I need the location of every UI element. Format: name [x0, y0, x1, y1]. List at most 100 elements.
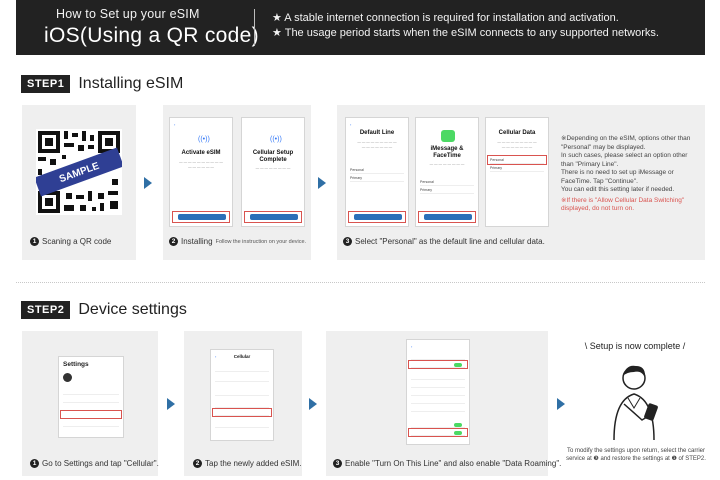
step-number: 1	[30, 237, 39, 246]
phone-cellular: ‹ Cellular	[210, 349, 274, 441]
default-line-title: Default Line	[359, 130, 395, 136]
phone-settings: Settings	[58, 356, 124, 438]
arrow-right-icon	[318, 177, 326, 189]
activate-esim-title: Activate eSIM	[181, 150, 221, 156]
note-line: There is no need to set up iMessage or F…	[561, 169, 674, 185]
caption-text: Enable "Turn On This Line" and also enab…	[345, 459, 562, 468]
option-primary[interactable]: Primary	[350, 176, 404, 182]
option-primary[interactable]: Primary	[490, 166, 544, 172]
step1-caption-1: 1 Scaning a QR code	[30, 237, 111, 246]
setup-complete-heading: \ Setup is now complete /	[584, 341, 686, 351]
highlight-box	[408, 360, 468, 369]
caption-small: Follow the instruction on your device.	[215, 238, 307, 245]
highlight-box	[348, 211, 406, 223]
placeholder-text: — — — — — — — —	[429, 162, 465, 166]
arrow-right-icon	[167, 398, 175, 410]
note-line: ※Depending on the eSIM, options other th…	[561, 135, 691, 151]
cellular-row[interactable]	[215, 422, 269, 428]
phone-cellular-data: Cellular Data — — — — — — — — — — — — — —…	[485, 117, 549, 227]
settings-row[interactable]	[63, 397, 119, 403]
header-notes: ★ A stable internet connection is requir…	[272, 11, 659, 41]
header-note-2: ★ The usage period starts when the eSIM …	[272, 27, 659, 39]
line-row[interactable]	[411, 398, 465, 404]
step-number: 2	[193, 459, 202, 468]
line-row[interactable]	[411, 382, 465, 388]
step1-heading: STEP1 Installing eSIM	[21, 75, 183, 93]
caption-text: Tap the newly added eSIM.	[205, 459, 302, 468]
caption-text: Select "Personal" as the default line an…	[355, 237, 545, 246]
step2-heading: STEP2 Device settings	[21, 301, 187, 319]
setup-complete-title: Cellular Setup Complete	[252, 150, 294, 163]
step1-badge: STEP1	[21, 75, 71, 93]
step2-panel-cellular: ‹ Cellular	[184, 331, 302, 476]
highlight-box	[212, 408, 272, 417]
step2-panel-settings: Settings	[22, 331, 158, 476]
back-link: ‹	[174, 122, 176, 127]
caption-text: Go to Settings and tap "Cellular".	[42, 459, 159, 468]
message-icon	[441, 130, 455, 142]
header-subtitle: How to Set up your eSIM	[56, 7, 200, 21]
settings-title: Settings	[63, 361, 89, 368]
header-banner: How to Set up your eSIM iOS(Using a QR c…	[16, 0, 705, 55]
cellular-title: Cellular	[233, 354, 251, 359]
highlight-box	[172, 211, 230, 223]
arrow-right-icon	[557, 398, 565, 410]
header-title: iOS(Using a QR code)	[44, 24, 259, 47]
step-number: 3	[333, 459, 342, 468]
highlight-box	[408, 428, 468, 437]
signal-icon: ((•))	[198, 136, 210, 143]
imessage-title: iMessage & FaceTime	[430, 146, 464, 159]
line-row[interactable]	[411, 374, 465, 380]
arrow-right-icon	[144, 177, 152, 189]
step1-title: Installing eSIM	[78, 75, 184, 92]
highlight-box	[60, 410, 122, 419]
arrow-right-icon	[309, 398, 317, 410]
step2-title: Device settings	[78, 301, 187, 318]
note-warning: ※If there is "Allow Cellular Data Switch…	[561, 196, 685, 213]
caption-text: Scaning a QR code	[42, 237, 112, 246]
step2-caption-3: 3 Enable "Turn On This Line" and also en…	[333, 459, 561, 468]
person-with-phone-icon	[613, 365, 658, 440]
option-personal[interactable]: Personal	[350, 168, 404, 174]
back-link: ‹	[411, 344, 413, 349]
signal-icon: ((•))	[270, 136, 282, 143]
cellular-data-title: Cellular Data	[498, 130, 536, 136]
placeholder-text: — — — — — — — — — — — — — — — —	[179, 160, 223, 169]
step2-panel-line-settings: ‹	[326, 331, 548, 476]
note-line: You can edit this setting later if neede…	[561, 186, 675, 193]
placeholder-text: — — — — — — — — — — — — — — — —	[357, 140, 397, 149]
cellular-row[interactable]	[215, 376, 269, 382]
step2-caption-1: 1 Go to Settings and tap "Cellular".	[30, 459, 159, 468]
highlight-box	[418, 211, 476, 223]
option-personal[interactable]: Personal	[420, 180, 474, 186]
header-divider	[254, 9, 255, 46]
toggle-switch[interactable]	[454, 423, 462, 427]
step-number: 1	[30, 459, 39, 468]
placeholder-text: — — — — — — — — — — — — — — — —	[497, 140, 537, 149]
header-note-1: ★ A stable internet connection is requir…	[272, 12, 619, 24]
highlight-box	[244, 211, 302, 223]
step-number: 2	[169, 237, 178, 246]
step1-caption-2: 2 Installing Follow the instruction on y…	[169, 237, 306, 246]
option-primary[interactable]: Primary	[420, 188, 474, 194]
line-row[interactable]	[411, 406, 465, 412]
cellular-row[interactable]	[215, 390, 269, 396]
step1-caption-3: 3 Select "Personal" as the default line …	[343, 237, 545, 246]
setup-complete-note: To modify the settings upon return, sele…	[566, 448, 706, 462]
step2-badge: STEP2	[21, 301, 71, 319]
avatar	[63, 373, 72, 382]
caption-text: Installing	[181, 237, 213, 246]
settings-row[interactable]	[63, 389, 119, 395]
highlight-box	[487, 155, 547, 165]
note-line: In such cases, please select an option o…	[561, 152, 688, 168]
section-divider	[16, 282, 705, 283]
step2-caption-2: 2 Tap the newly added eSIM.	[193, 459, 302, 468]
qr-code-icon: SAMPLE	[36, 129, 122, 215]
back-link: ‹	[350, 122, 352, 127]
placeholder-text: — — — — — — — —	[255, 166, 291, 170]
settings-row[interactable]	[63, 421, 119, 427]
cellular-row[interactable]	[215, 366, 269, 372]
step-number: 3	[343, 237, 352, 246]
step1-note: ※Depending on the eSIM, options other th…	[561, 135, 701, 214]
line-row[interactable]	[411, 390, 465, 396]
